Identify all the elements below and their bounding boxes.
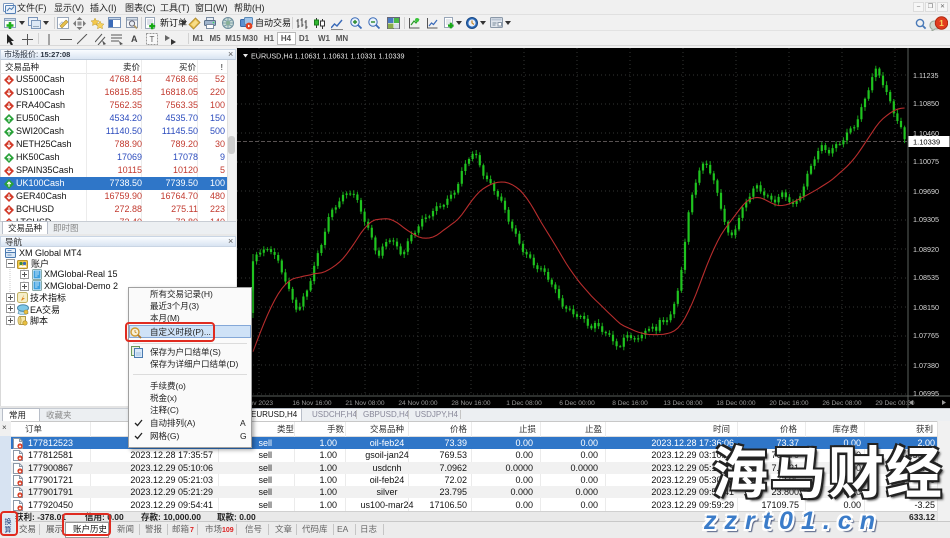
- svg-text:1.09690: 1.09690: [913, 187, 939, 196]
- svg-text:1.11235: 1.11235: [913, 71, 938, 80]
- svg-text:1: 1: [939, 18, 944, 28]
- svg-text:8 Dec 16:00: 8 Dec 16:00: [612, 400, 648, 407]
- svg-text:24 Nov 00:00: 24 Nov 00:00: [398, 400, 438, 407]
- svg-text:1.10850: 1.10850: [913, 99, 939, 108]
- svg-text:1.08150: 1.08150: [913, 303, 939, 312]
- svg-text:1.07380: 1.07380: [913, 361, 939, 370]
- svg-text:1.08535: 1.08535: [913, 273, 939, 282]
- svg-text:28 Nov 16:00: 28 Nov 16:00: [451, 400, 491, 407]
- svg-text:1.09305: 1.09305: [913, 215, 939, 224]
- svg-text:1.10339: 1.10339: [913, 138, 940, 147]
- svg-text:1.08920: 1.08920: [913, 245, 939, 254]
- svg-text:18 Dec 00:00: 18 Dec 00:00: [716, 400, 756, 407]
- svg-text:6 Dec 00:00: 6 Dec 00:00: [559, 400, 595, 407]
- svg-text:21 Nov 08:00: 21 Nov 08:00: [345, 400, 385, 407]
- svg-text:1.06995: 1.06995: [913, 389, 939, 398]
- svg-text:29 Dec 00:00: 29 Dec 00:00: [875, 400, 915, 407]
- svg-text:T: T: [150, 35, 155, 44]
- svg-text:16 Nov 16:00: 16 Nov 16:00: [292, 400, 332, 407]
- svg-text:13 Dec 08:00: 13 Dec 08:00: [663, 400, 703, 407]
- svg-text:1.10075: 1.10075: [913, 157, 939, 166]
- svg-text:20 Dec 16:00: 20 Dec 16:00: [769, 400, 809, 407]
- svg-text:26 Dec 08:00: 26 Dec 08:00: [822, 400, 862, 407]
- svg-text:1.07765: 1.07765: [913, 331, 939, 340]
- svg-text:EURUSD,H4 1.10631 1.10631 1.1: EURUSD,H4 1.10631 1.10631 1.10331 1.1033…: [251, 52, 404, 61]
- svg-text:1 Dec 08:00: 1 Dec 08:00: [506, 400, 542, 407]
